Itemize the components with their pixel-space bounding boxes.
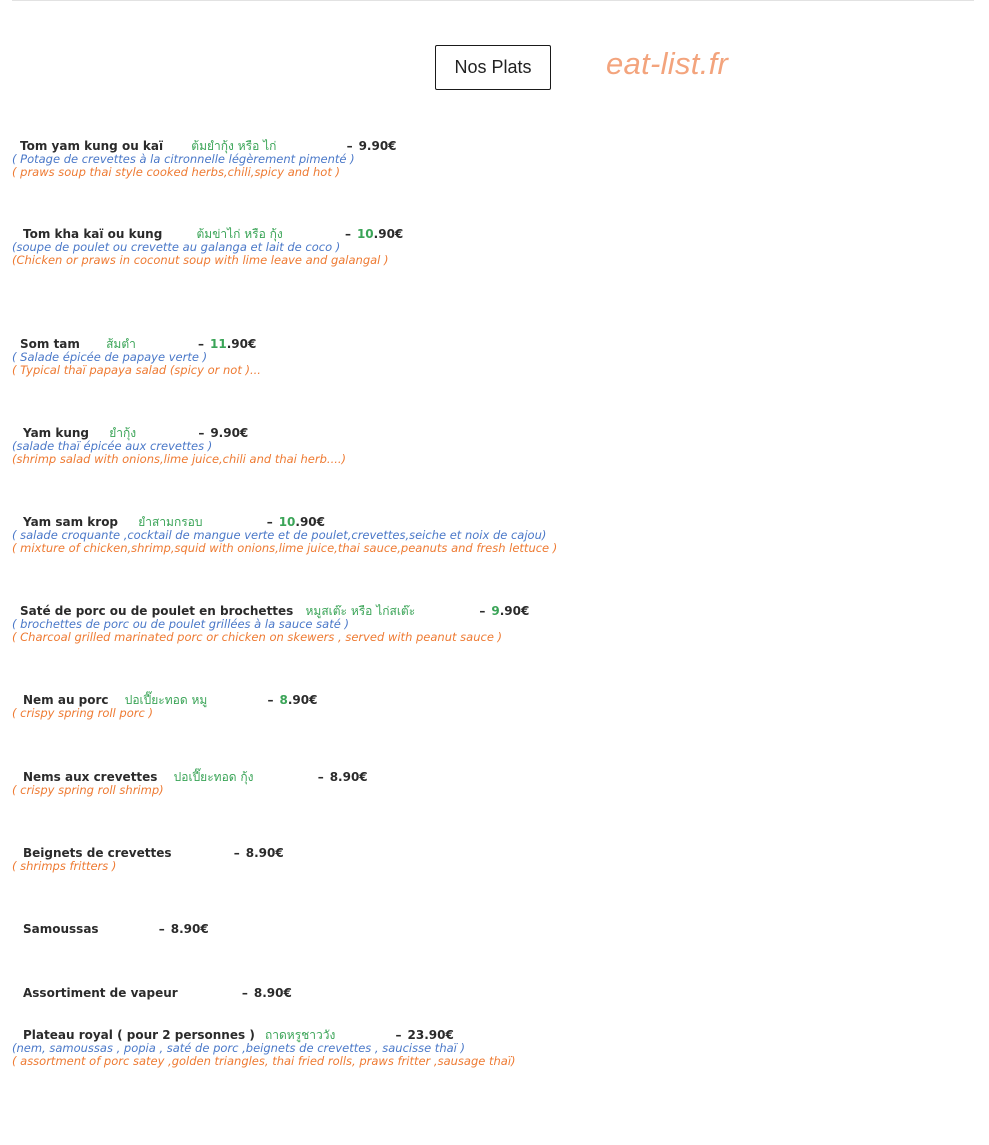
nos-plats-button[interactable]: Nos Plats bbox=[435, 45, 551, 90]
dish-price: –10.90€ bbox=[344, 227, 404, 241]
dish-price: –11.90€ bbox=[198, 337, 257, 351]
dish-description-en: ( assortment of porc satey ,golden trian… bbox=[12, 1053, 516, 1068]
dish-price: –10.90€ bbox=[266, 515, 325, 529]
dish-description-en: ( Typical thaï papaya salad (spicy or no… bbox=[12, 362, 261, 377]
dish-description-en: ( Charcoal grilled marinated porc or chi… bbox=[12, 629, 503, 644]
menu-item: Plateau royal ( pour 2 personnes ) ถาดหร… bbox=[12, 1028, 972, 1067]
dish-thai-name: ต้มข่าไก่ หรือ กุ้ง bbox=[196, 227, 283, 241]
dish-price: –9.90€ bbox=[346, 139, 397, 153]
dish-name: Saté de porc ou de poulet en brochettes bbox=[20, 604, 294, 618]
menu-item: Nems aux crevettes ปอเปี๊ยะทอด กุ้ง –8.9… bbox=[12, 770, 972, 797]
menu-item: Beignets de crevettes –8.90€ ( shrimps f… bbox=[12, 846, 972, 873]
top-divider bbox=[12, 0, 974, 1]
menu-item: Saté de porc ou de poulet en brochettes … bbox=[12, 604, 972, 643]
dish-name: Tom yam kung ou kaï bbox=[20, 139, 164, 153]
dish-thai-name: ปอเปี๊ยะทอด หมู bbox=[124, 693, 208, 707]
dish-price: –8.90€ bbox=[267, 693, 318, 707]
dish-thai-name: ยำสามกรอบ bbox=[138, 515, 203, 529]
dish-name: Nem au porc bbox=[23, 693, 109, 707]
dish-name: Yam kung bbox=[23, 426, 90, 440]
menu-item: Tom yam kung ou kaï ต้มยำกุ้ง หรือ ไก่ –… bbox=[12, 139, 972, 178]
dish-price: –23.90€ bbox=[395, 1028, 454, 1042]
dish-description-en: ( crispy spring roll porc ) bbox=[12, 706, 153, 720]
dish-description-fr: (nem, samoussas , popia , saté de porc ,… bbox=[12, 1041, 465, 1055]
dish-price: –9.90€ bbox=[198, 426, 249, 440]
dish-description-fr: (soupe de poulet ou crevette au galanga … bbox=[12, 240, 341, 254]
dish-description-en: (shrimp salad with onions,lime juice,chi… bbox=[12, 451, 347, 466]
menu-item: Samoussas –8.90€ bbox=[12, 922, 972, 936]
dish-description-en: ( praws soup thai style cooked herbs,chi… bbox=[12, 164, 340, 179]
dish-thai-name: ปอเปี๊ยะทอด กุ้ง bbox=[173, 770, 254, 784]
dish-description-fr: ( brochettes de porc ou de poulet grillé… bbox=[12, 617, 349, 631]
dish-name: Som tam bbox=[20, 337, 80, 351]
dish-price: –9.90€ bbox=[479, 604, 530, 618]
dish-name: Tom kha kaï ou kung bbox=[23, 227, 163, 241]
dish-description-en: ( crispy spring roll shrimp) bbox=[12, 783, 164, 797]
dish-thai-name: ถาดหรูชาววัง bbox=[264, 1028, 336, 1042]
dish-name: Yam sam krop bbox=[23, 515, 119, 529]
dish-thai-name: ต้มยำกุ้ง หรือ ไก่ bbox=[191, 139, 277, 153]
dish-description-en: ( shrimps fritters ) bbox=[12, 859, 117, 873]
menu-item: Nem au porc ปอเปี๊ยะทอด หมู –8.90€ ( cri… bbox=[12, 693, 972, 720]
dish-name: Nems aux crevettes bbox=[23, 770, 158, 784]
dish-description-fr: (salade thaï épicée aux crevettes ) bbox=[12, 439, 213, 453]
dish-price: –8.90€ bbox=[317, 770, 368, 784]
dish-price: –8.90€ bbox=[241, 986, 292, 1000]
dish-name: Plateau royal ( pour 2 personnes ) bbox=[23, 1028, 255, 1042]
dish-thai-name: ยำกุ้ง bbox=[109, 426, 137, 440]
dish-description-en: ( mixture of chicken,shrimp,squid with o… bbox=[12, 540, 558, 555]
menu-item: Tom kha kaï ou kung ต้มข่าไก่ หรือ กุ้ง … bbox=[12, 227, 972, 266]
dish-description-fr: ( Salade épicée de papaye verte ) bbox=[12, 350, 208, 364]
dish-name: Samoussas bbox=[23, 922, 99, 936]
menu-item: Assortiment de vapeur –8.90€ bbox=[12, 986, 972, 1000]
site-logo[interactable]: eat-list.fr bbox=[606, 46, 728, 82]
dish-description-fr: ( salade croquante ,cocktail de mangue v… bbox=[12, 528, 547, 542]
menu-item: Som tam ส้มตำ –11.90€ ( Salade épicée de… bbox=[12, 337, 972, 376]
menu-item: Yam kung ยำกุ้ง –9.90€ (salade thaï épic… bbox=[12, 426, 972, 465]
dish-description-en: (Chicken or praws in coconut soup with l… bbox=[12, 252, 389, 267]
dish-name: Beignets de crevettes bbox=[23, 846, 172, 860]
dish-thai-name: ส้มตำ bbox=[106, 337, 136, 351]
dish-price: –8.90€ bbox=[158, 922, 209, 936]
dish-name: Assortiment de vapeur bbox=[23, 986, 178, 1000]
dish-price: –8.90€ bbox=[233, 846, 284, 860]
dish-thai-name: หมูสเต๊ะ หรือ ไก่สเต๊ะ bbox=[305, 604, 416, 618]
menu-item: Yam sam krop ยำสามกรอบ –10.90€ ( salade … bbox=[12, 515, 972, 554]
dish-description-fr: ( Potage de crevettes à la citronnelle l… bbox=[12, 152, 355, 166]
